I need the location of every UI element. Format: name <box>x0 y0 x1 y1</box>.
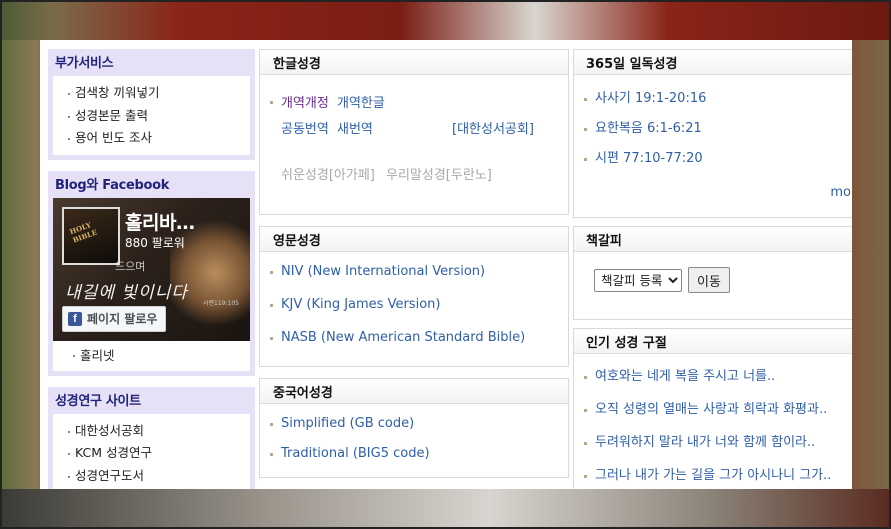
verse-row: 오직 성령의 열매는 사랑과 희락과 화평과.. <box>574 400 852 433</box>
english-bible-title: 영문성경 <box>260 227 568 252</box>
version-new-link[interactable]: 새번역 <box>337 118 373 137</box>
english-row: NIV (New International Version) <box>260 262 568 295</box>
facebook-page-widget[interactable]: HOLY BIBLE 홀리바… 880 팔로워 드으며 내길에 빛이니다 시편1… <box>53 197 250 341</box>
reading-row: 시편 77:10-77:20 <box>574 149 852 179</box>
verse-link[interactable]: 두려워하지 말라 내가 너와 함께 함이라.. <box>595 433 815 453</box>
version-our-link[interactable]: 우리말성경[두란노] <box>386 164 492 183</box>
research-list: 대한성서공회 KCM 성경연구 성경연구도서 <box>53 413 250 489</box>
verse-link[interactable]: 그러나 내가 가는 길을 그가 아시나니 그가.. <box>595 466 831 486</box>
reading-john-link[interactable]: 요한복음 6:1-6:21 <box>595 119 702 139</box>
bookmark-box: 책갈피 책갈피 등록 이동 <box>573 226 852 320</box>
yearly-more-link[interactable]: more <box>830 185 852 200</box>
korean-row-3: 쉬운성경[아가페] 우리말성경[두란노] <box>260 164 568 186</box>
cover-text-decoration: 드으며 <box>115 259 146 273</box>
version-nasb-link[interactable]: NASB (New American Standard Bible) <box>281 328 525 348</box>
facebook-follower-count: 880 팔로워 <box>125 235 185 250</box>
blog-title: Blog와 Facebook <box>55 177 170 193</box>
version-easy-link[interactable]: 쉬운성경[아가페] <box>281 164 375 183</box>
version-rev-hangul-link[interactable]: 개역한글 <box>337 92 385 111</box>
version-traditional-link[interactable]: Traditional (BIG5 code) <box>281 444 430 464</box>
english-row: NASB (New American Standard Bible) <box>260 328 568 361</box>
chinese-bible-title: 중국어성경 <box>260 379 568 404</box>
chinese-row: Traditional (BIG5 code) <box>260 444 568 474</box>
popular-verses-title: 인기 성경 구절 <box>574 329 852 354</box>
services-title: 부가서비스 <box>55 56 114 71</box>
version-kjv-link[interactable]: KJV (King James Version) <box>281 295 440 315</box>
reading-row: 사사기 19:1-20:16 <box>574 89 852 119</box>
version-niv-link[interactable]: NIV (New International Version) <box>281 262 485 282</box>
bookmark-controls: 책갈피 등록 이동 <box>574 252 852 293</box>
blog-box: Blog와 Facebook HOLY BIBLE 홀리바… 880 팔로워 드… <box>48 170 255 376</box>
research-kcm-link[interactable]: KCM 성경연구 <box>53 442 250 465</box>
services-box: 부가서비스 검색창 끼워넣기 성경본문 출력 용어 빈도 조사 <box>48 49 255 160</box>
bookmark-select[interactable]: 책갈피 등록 <box>594 268 682 292</box>
reading-row: 요한복음 6:1-6:21 <box>574 119 852 149</box>
reading-judges-link[interactable]: 사사기 19:1-20:16 <box>595 89 706 109</box>
version-common-link[interactable]: 공동번역 <box>281 118 329 137</box>
yearly-reading-box: 365일 일독성경 사사기 19:1-20:16 요한복음 6:1-6:21 시… <box>573 49 852 218</box>
cover-text-decoration: 내길에 빛이니다 <box>65 282 188 303</box>
research-title: 성경연구 사이트 <box>55 393 141 409</box>
korean-bible-box: 한글성경 개역개정 개역한글 공동번역 새번역 [대한성서공회] 쉬운성경[아가… <box>259 49 569 215</box>
english-bible-box: 영문성경 NIV (New International Version) KJV… <box>259 226 569 367</box>
version-rev-revised-link[interactable]: 개역개정 <box>281 92 329 111</box>
facebook-icon: f <box>68 311 82 326</box>
english-row: KJV (King James Version) <box>260 295 568 328</box>
korean-bible-title: 한글성경 <box>260 50 568 75</box>
facebook-page-avatar[interactable]: HOLY BIBLE <box>62 206 120 265</box>
service-search-embed-link[interactable]: 검색창 끼워넣기 <box>53 82 250 105</box>
holynet-link[interactable]: 홀리넷 <box>53 340 250 371</box>
content-panel: 부가서비스 검색창 끼워넣기 성경본문 출력 용어 빈도 조사 Blog와 Fa… <box>40 40 852 489</box>
verse-row: 여호와는 네게 복을 주시고 너를.. <box>574 367 852 400</box>
middle-column: 한글성경 개역개정 개역한글 공동번역 새번역 [대한성서공회] 쉬운성경[아가… <box>259 49 569 489</box>
bookmark-title: 책갈피 <box>574 227 852 252</box>
research-bible-society-link[interactable]: 대한성서공회 <box>53 420 250 443</box>
reading-psalms-link[interactable]: 시편 77:10-77:20 <box>595 149 703 169</box>
verse-row: 그러나 내가 가는 길을 그가 아시나니 그가.. <box>574 466 852 489</box>
bible-society-label[interactable]: [대한성서공회] <box>452 118 534 137</box>
bookmark-go-button[interactable]: 이동 <box>688 267 730 293</box>
research-books-link[interactable]: 성경연구도서 <box>53 465 250 488</box>
left-sidebar: 부가서비스 검색창 끼워넣기 성경본문 출력 용어 빈도 조사 Blog와 Fa… <box>48 49 255 489</box>
chinese-bible-box: 중국어성경 Simplified (GB code) Traditional (… <box>259 378 569 478</box>
background-top <box>0 0 891 40</box>
service-frequency-link[interactable]: 용어 빈도 조사 <box>53 127 250 150</box>
korean-row-2: 공동번역 새번역 [대한성서공회] <box>260 118 568 140</box>
service-print-link[interactable]: 성경본문 출력 <box>53 105 250 128</box>
research-box: 성경연구 사이트 대한성서공회 KCM 성경연구 성경연구도서 <box>48 386 255 489</box>
facebook-follow-button[interactable]: f 페이지 팔로우 <box>62 305 167 332</box>
right-column: 365일 일독성경 사사기 19:1-20:16 요한복음 6:1-6:21 시… <box>573 49 852 489</box>
version-simplified-link[interactable]: Simplified (GB code) <box>281 414 414 434</box>
verse-link[interactable]: 오직 성령의 열매는 사랑과 희락과 화평과.. <box>595 400 827 420</box>
yearly-reading-title: 365일 일독성경 <box>574 50 852 75</box>
cover-text-decoration: 시편119:105 <box>203 299 239 307</box>
services-list: 검색창 끼워넣기 성경본문 출력 용어 빈도 조사 <box>53 76 250 155</box>
chinese-row: Simplified (GB code) <box>260 414 568 444</box>
facebook-page-name[interactable]: 홀리바… <box>125 208 195 235</box>
verse-link[interactable]: 여호와는 네게 복을 주시고 너를.. <box>595 367 775 387</box>
verse-row: 두려워하지 말라 내가 너와 함께 함이라.. <box>574 433 852 466</box>
popular-verses-box: 인기 성경 구절 여호와는 네게 복을 주시고 너를.. 오직 성령의 열매는 … <box>573 328 852 489</box>
follow-label: 페이지 팔로우 <box>87 312 158 326</box>
korean-row-1: 개역개정 개역한글 <box>260 92 568 114</box>
background-bottom <box>0 489 891 529</box>
